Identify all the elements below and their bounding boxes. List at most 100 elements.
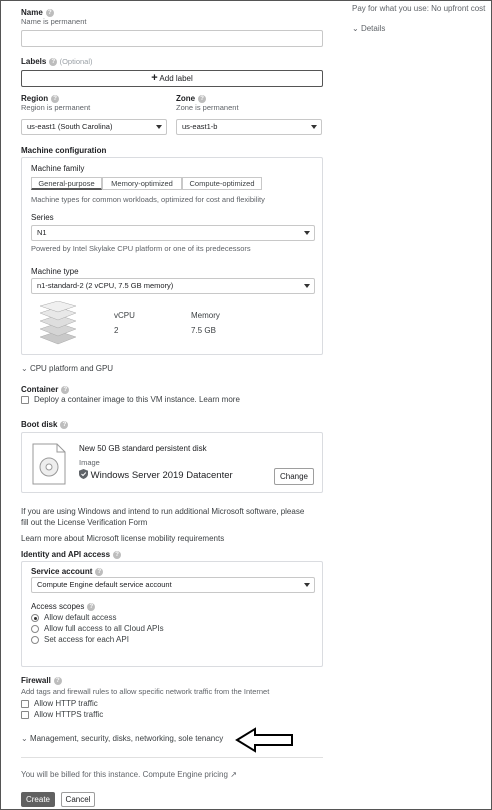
help-icon[interactable]: ? bbox=[95, 567, 104, 576]
windows-note-line2[interactable]: fill out the License Verification Form bbox=[21, 518, 147, 527]
help-icon[interactable]: ? bbox=[198, 94, 207, 103]
identity-label-text: Identity and API access bbox=[21, 550, 111, 559]
microsoft-license-link[interactable]: Learn more about Microsoft license mobil… bbox=[21, 534, 224, 543]
name-label-text: Name bbox=[21, 8, 43, 17]
service-account-select[interactable]: Compute Engine default service account bbox=[31, 577, 315, 593]
access-scopes-label-text: Access scopes bbox=[31, 602, 85, 611]
cancel-button[interactable]: Cancel bbox=[61, 792, 95, 807]
dropdown-caret-icon bbox=[304, 583, 310, 587]
add-label-button[interactable]: + Add label bbox=[21, 70, 323, 87]
tab-compute-optimized[interactable]: Compute-optimized bbox=[182, 177, 262, 190]
tab-general-purpose[interactable]: General-purpose bbox=[31, 177, 102, 190]
help-icon[interactable]: ? bbox=[61, 385, 70, 394]
boot-disk-label: Boot disk? bbox=[21, 420, 69, 429]
tab-memory-optimized[interactable]: Memory-optimized bbox=[102, 177, 182, 190]
scope-each-radio[interactable] bbox=[31, 636, 39, 644]
boot-disk-title: New 50 GB standard persistent disk bbox=[79, 444, 207, 453]
identity-label: Identity and API access? bbox=[21, 550, 122, 559]
container-label: Container? bbox=[21, 385, 70, 394]
cpu-platform-toggle[interactable]: ⌄ CPU platform and GPU bbox=[21, 364, 113, 373]
vcpu-label: vCPU bbox=[114, 311, 135, 320]
machine-type-select[interactable]: n1-standard-2 (2 vCPU, 7.5 GB memory) bbox=[31, 278, 315, 294]
zone-hint: Zone is permanent bbox=[176, 103, 239, 112]
shield-icon bbox=[79, 469, 88, 479]
name-input[interactable] bbox=[21, 30, 323, 47]
labels-optional: (Optional) bbox=[59, 57, 93, 66]
scope-full-radio[interactable] bbox=[31, 625, 39, 633]
container-checkbox[interactable] bbox=[21, 396, 29, 404]
pricing-link[interactable]: Compute Engine pricing bbox=[143, 770, 228, 779]
firewall-label-text: Firewall bbox=[21, 676, 51, 685]
help-icon[interactable]: ? bbox=[45, 8, 54, 17]
dropdown-caret-icon bbox=[156, 125, 162, 129]
plus-icon: + bbox=[151, 72, 158, 84]
allow-https-label: Allow HTTPS traffic bbox=[34, 710, 104, 719]
scope-each-label: Set access for each API bbox=[44, 635, 129, 644]
memory-label: Memory bbox=[191, 311, 220, 320]
scope-full-label: Allow full access to all Cloud APIs bbox=[44, 624, 164, 633]
service-account-label-text: Service account bbox=[31, 567, 93, 576]
external-link-icon: ↗ bbox=[230, 770, 237, 779]
scope-default-label: Allow default access bbox=[44, 613, 117, 622]
change-boot-disk-button[interactable]: Change bbox=[274, 468, 314, 485]
series-label: Series bbox=[31, 213, 54, 222]
side-details-label: Details bbox=[360, 24, 386, 33]
machine-config-label: Machine configuration bbox=[21, 146, 107, 155]
chevron-down-icon: ⌄ bbox=[21, 734, 28, 743]
access-scopes-label: Access scopes? bbox=[31, 602, 96, 611]
zone-value: us-east1-b bbox=[182, 122, 218, 131]
zone-select[interactable]: us-east1-b bbox=[176, 119, 322, 135]
allow-http-label: Allow HTTP traffic bbox=[34, 699, 98, 708]
add-label-text: Add label bbox=[159, 74, 193, 83]
help-icon[interactable]: ? bbox=[51, 94, 60, 103]
boot-disk-image-name: Windows Server 2019 Datacenter bbox=[90, 470, 233, 481]
machine-family-tabs: General-purpose Memory-optimized Compute… bbox=[31, 177, 262, 191]
management-toggle[interactable]: ⌄ Management, security, disks, networkin… bbox=[21, 734, 223, 743]
create-button[interactable]: Create bbox=[21, 792, 55, 807]
help-icon[interactable]: ? bbox=[53, 676, 62, 685]
machine-family-desc: Machine types for common workloads, opti… bbox=[31, 195, 265, 204]
series-select[interactable]: N1 bbox=[31, 225, 315, 241]
container-learn-more-link[interactable]: Learn more bbox=[199, 395, 240, 404]
identity-panel: Service account? Compute Engine default … bbox=[21, 561, 323, 667]
boot-disk-image: Windows Server 2019 Datacenter bbox=[79, 469, 233, 481]
arrow-annotation bbox=[235, 727, 293, 753]
billing-note: You will be billed for this instance. Co… bbox=[21, 770, 237, 779]
labels-label-text: Labels bbox=[21, 57, 47, 66]
service-account-value: Compute Engine default service account bbox=[37, 580, 172, 589]
machine-config-panel: Machine family General-purpose Memory-op… bbox=[21, 157, 323, 355]
boot-disk-label-text: Boot disk bbox=[21, 420, 58, 429]
scope-default-radio[interactable] bbox=[31, 614, 39, 622]
help-icon[interactable]: ? bbox=[49, 57, 58, 66]
firewall-hint: Add tags and firewall rules to allow spe… bbox=[21, 687, 270, 696]
help-icon[interactable]: ? bbox=[87, 602, 96, 611]
memory-value: 7.5 GB bbox=[191, 326, 216, 335]
chevron-down-icon: ⌄ bbox=[352, 24, 359, 33]
divider bbox=[21, 757, 323, 758]
machine-type-label: Machine type bbox=[31, 267, 79, 276]
side-details-toggle[interactable]: ⌄ Details bbox=[352, 24, 385, 33]
service-account-label: Service account? bbox=[31, 567, 104, 576]
management-label: Management, security, disks, networking,… bbox=[29, 734, 224, 743]
region-select[interactable]: us-east1 (South Carolina) bbox=[21, 119, 167, 135]
side-pricing-text: Pay for what you use: No upfront cost bbox=[352, 4, 486, 13]
dropdown-caret-icon bbox=[311, 125, 317, 129]
zone-label: Zone? bbox=[176, 94, 207, 103]
labels-label: Labels? (Optional) bbox=[21, 57, 93, 66]
container-checkbox-label: Deploy a container image to this VM inst… bbox=[34, 395, 240, 404]
boot-disk-image-label: Image bbox=[79, 458, 100, 467]
help-icon[interactable]: ? bbox=[113, 550, 122, 559]
help-icon[interactable]: ? bbox=[60, 420, 69, 429]
name-label: Name? bbox=[21, 8, 54, 17]
dropdown-caret-icon bbox=[304, 284, 310, 288]
windows-note-line1: If you are using Windows and intend to r… bbox=[21, 507, 305, 516]
region-label: Region? bbox=[21, 94, 60, 103]
layers-icon bbox=[39, 301, 77, 345]
billing-text: You will be billed for this instance. bbox=[21, 770, 141, 779]
disk-icon bbox=[32, 443, 66, 485]
chevron-down-icon: ⌄ bbox=[21, 364, 28, 373]
allow-http-checkbox[interactable] bbox=[21, 700, 29, 708]
series-value: N1 bbox=[37, 228, 47, 237]
region-value: us-east1 (South Carolina) bbox=[27, 122, 113, 131]
allow-https-checkbox[interactable] bbox=[21, 711, 29, 719]
